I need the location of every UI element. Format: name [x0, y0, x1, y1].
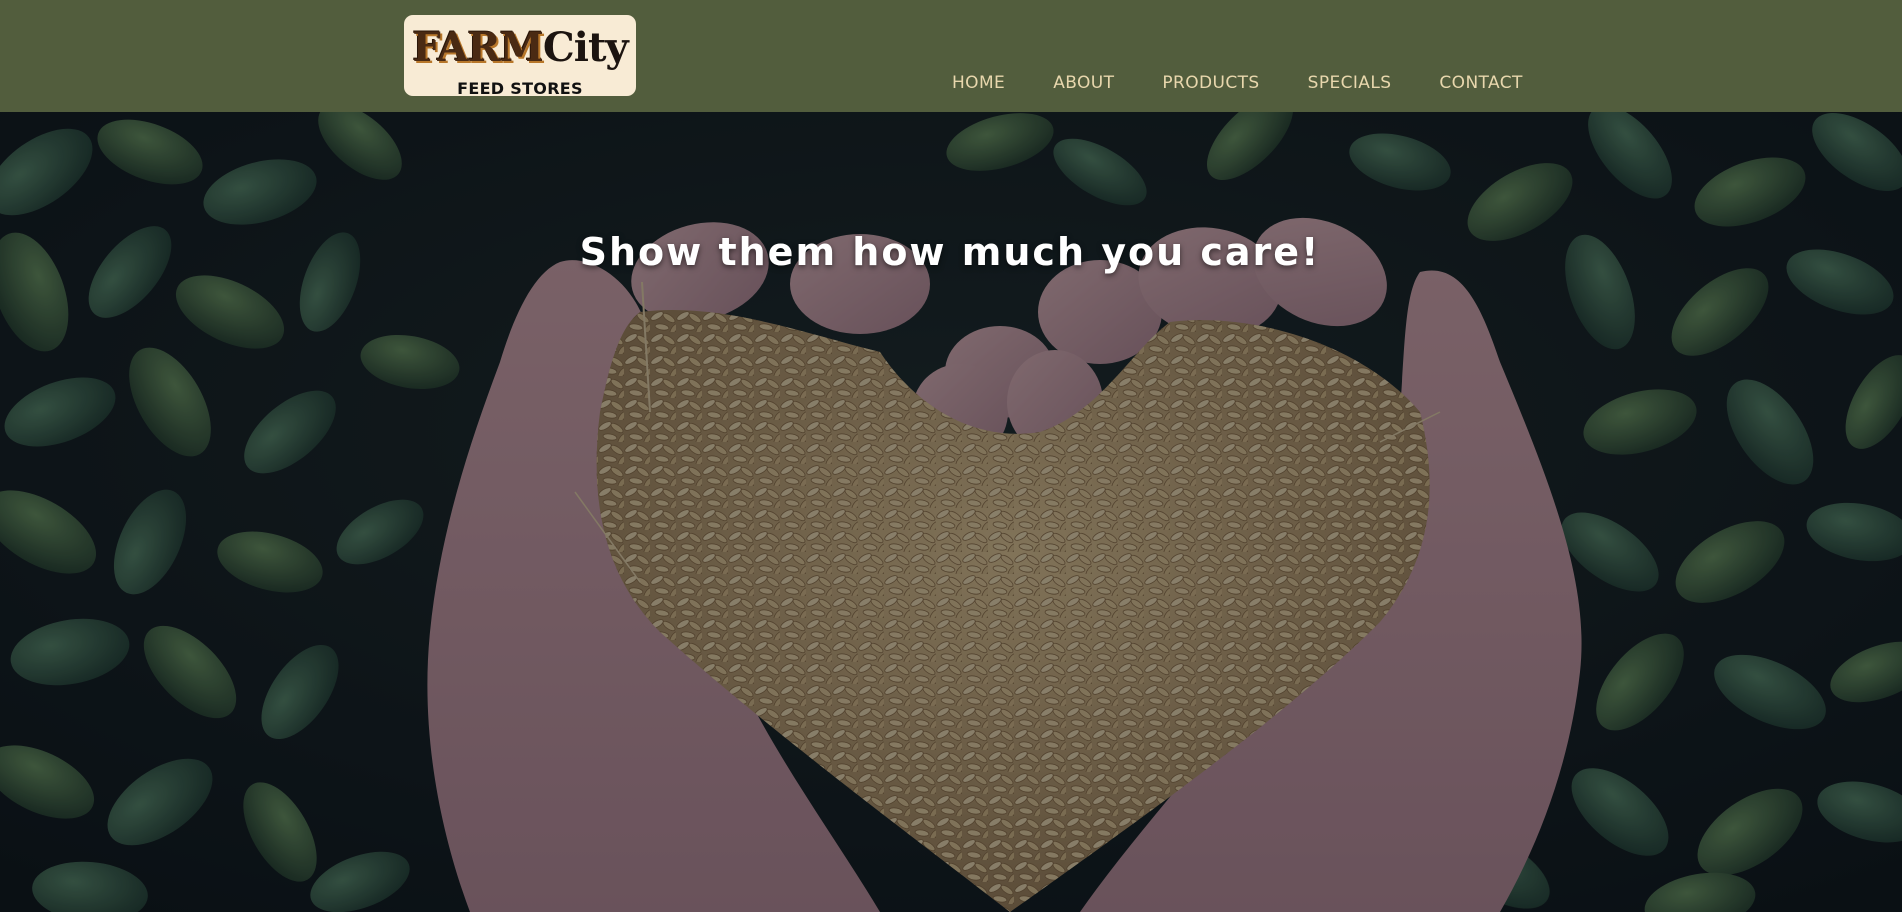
logo-farm-text: FARM [412, 24, 544, 71]
page: FARMCity FEED STORES HOME ABOUT PRODUCTS… [0, 0, 1902, 912]
site-header: FARMCity FEED STORES HOME ABOUT PRODUCTS… [0, 0, 1902, 112]
nav-home[interactable]: HOME [952, 73, 1005, 93]
hero-banner: Show them how much you care! [0, 112, 1902, 912]
site-logo[interactable]: FARMCity FEED STORES [404, 15, 636, 96]
nav-about[interactable]: ABOUT [1053, 73, 1114, 93]
nav-contact[interactable]: CONTACT [1439, 73, 1522, 93]
logo-wordmark: FARMCity [404, 25, 636, 71]
nav-specials[interactable]: SPECIALS [1308, 73, 1392, 93]
logo-subtitle: FEED STORES [457, 79, 583, 96]
hero-headline: Show them how much you care! [579, 230, 1321, 275]
logo-city-text: City [542, 24, 629, 71]
nav-products[interactable]: PRODUCTS [1162, 73, 1259, 93]
main-nav: HOME ABOUT PRODUCTS SPECIALS CONTACT [952, 73, 1523, 93]
